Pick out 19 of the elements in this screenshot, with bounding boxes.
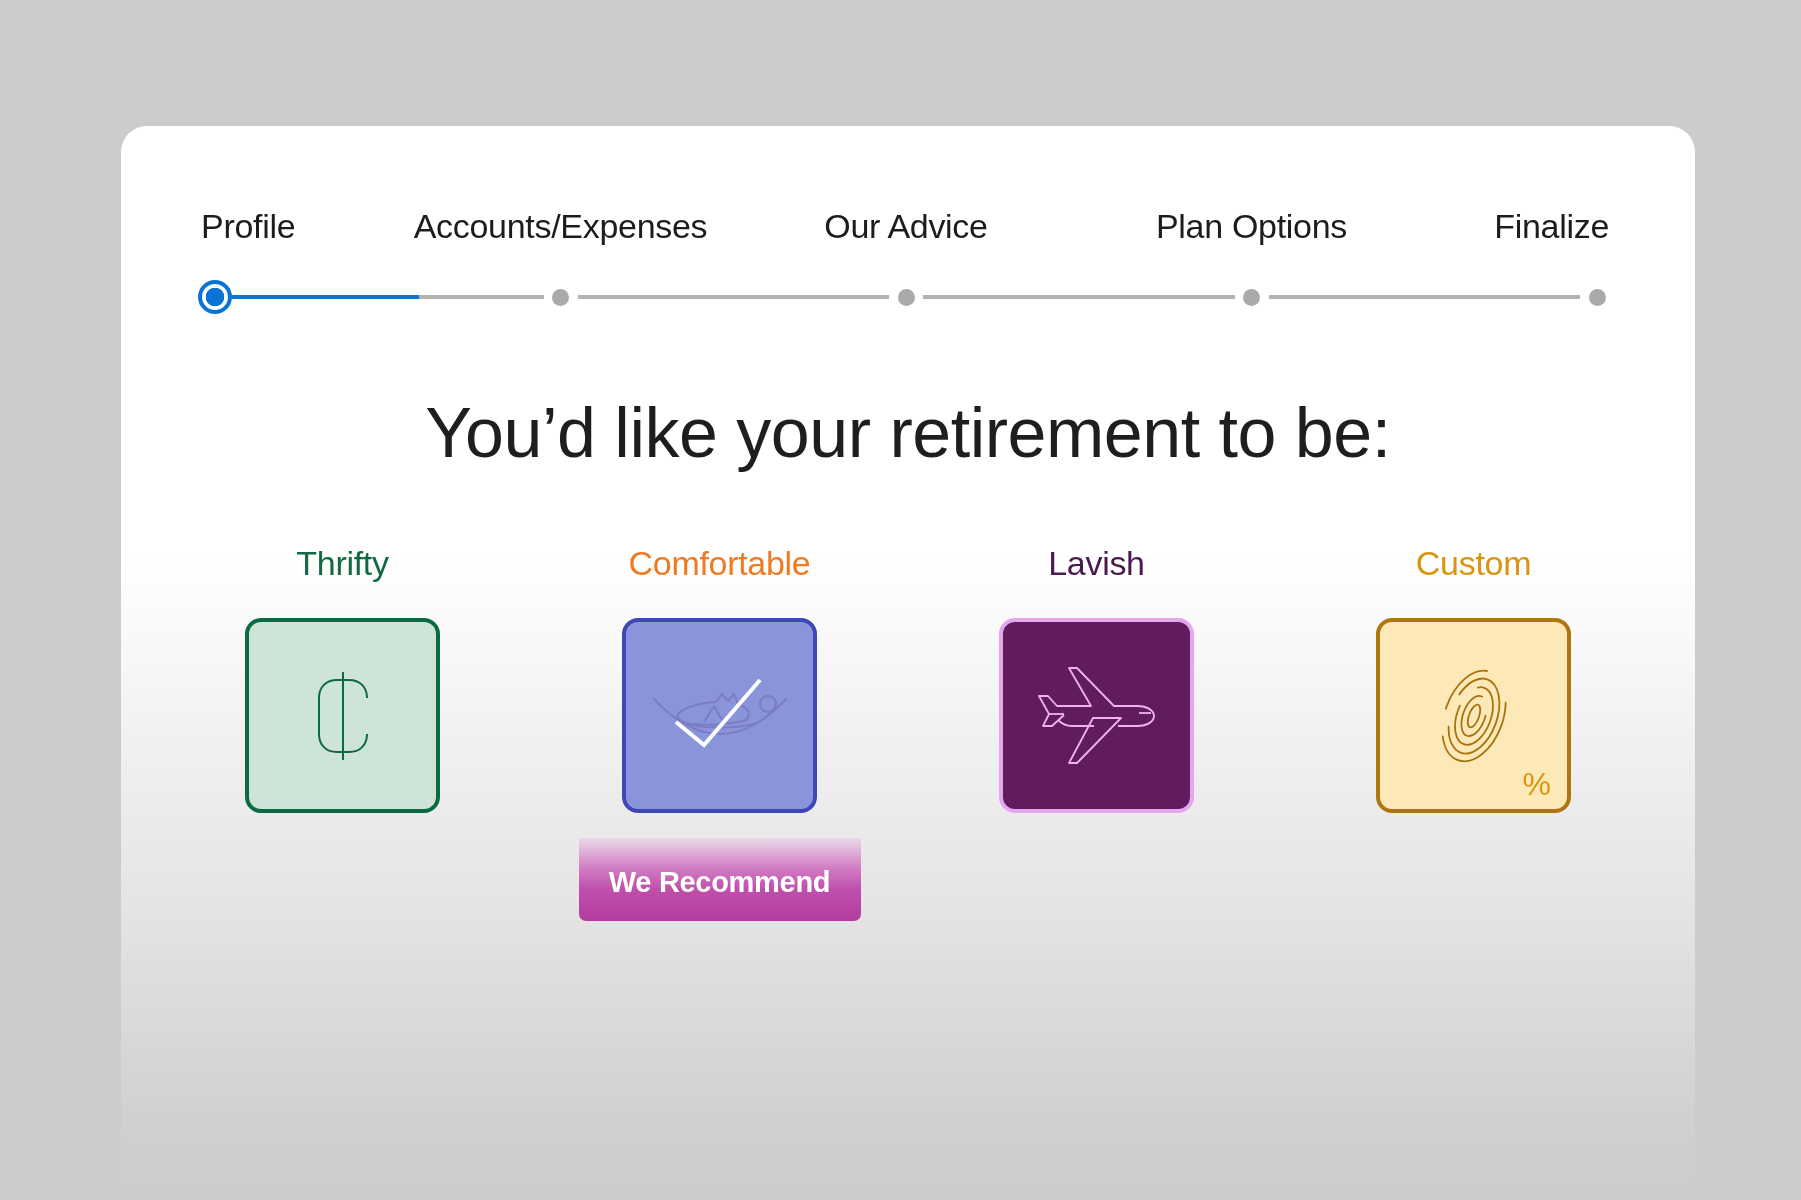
cent-icon — [317, 671, 368, 760]
step-label: Profile — [201, 206, 296, 246]
step-label: Plan Options — [1155, 206, 1348, 246]
option-label: Lavish — [1048, 543, 1145, 583]
option-tile[interactable] — [999, 618, 1194, 813]
airplane-icon — [1038, 666, 1155, 765]
step-label: Accounts/Expenses — [413, 206, 708, 246]
step-label: Finalize — [1494, 206, 1609, 246]
option-label: Custom — [1415, 543, 1532, 583]
option-tile[interactable] — [622, 618, 817, 813]
option-tile[interactable] — [245, 618, 440, 813]
recommend-badge: We Recommend — [578, 838, 861, 921]
percent-sign: % — [1522, 767, 1551, 801]
step-label: Our Advice — [824, 206, 988, 246]
page-heading: You’d like your retirement to be: — [425, 393, 1391, 474]
option-label: Thrifty — [296, 543, 389, 583]
option-tile[interactable]: % — [1376, 618, 1571, 813]
option-label: Comfortable — [628, 543, 811, 583]
check-icon — [674, 678, 762, 750]
